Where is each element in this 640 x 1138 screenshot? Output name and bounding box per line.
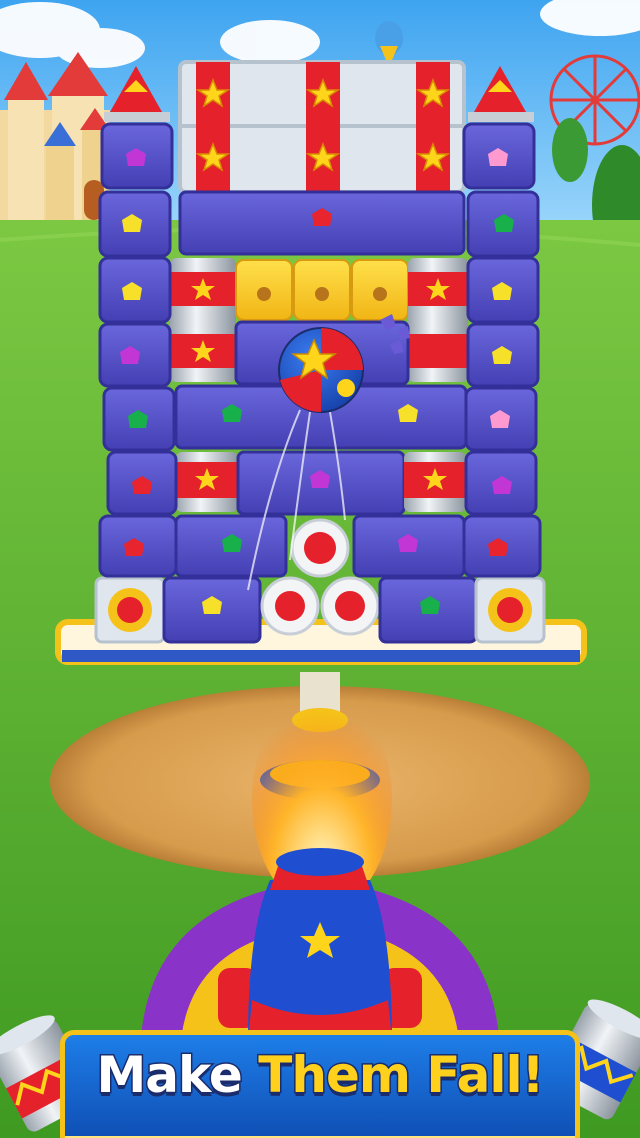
honey-jar-icon xyxy=(235,259,409,321)
right-column xyxy=(462,66,542,578)
target-ring-icon xyxy=(290,518,350,578)
headline-word-them-fall: Them Fall! xyxy=(257,1045,546,1106)
headline-text: Make Them Fall! xyxy=(0,1045,640,1106)
game-scene xyxy=(0,0,640,1138)
star-ball-icon xyxy=(278,327,364,413)
headline-banner: Make Them Fall! xyxy=(0,1022,640,1138)
headline-word-make: Make xyxy=(95,1045,244,1106)
left-column xyxy=(98,66,178,578)
